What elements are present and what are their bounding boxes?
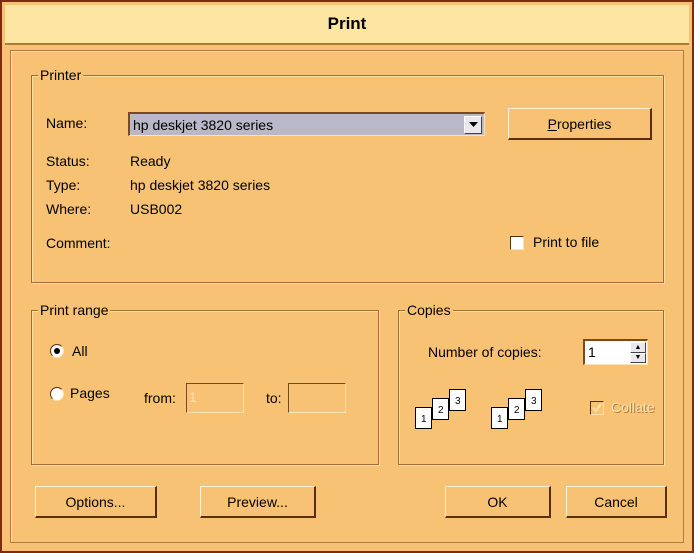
copies-value: 1 [588, 344, 596, 360]
printer-group-label: Printer [38, 67, 84, 83]
properties-mnemonic: P [547, 115, 557, 132]
pages-radio[interactable] [50, 387, 64, 401]
page-icon-2b: 2 [508, 398, 525, 420]
spin-up-icon[interactable]: ▲ [630, 342, 646, 353]
all-radio[interactable] [50, 344, 64, 358]
number-of-copies-label: Number of copies: [428, 344, 542, 360]
title-bar[interactable]: Print [5, 5, 689, 45]
options-button[interactable]: Options... [35, 486, 157, 518]
page-icon-2a: 3 [525, 389, 542, 411]
all-label[interactable]: All [72, 342, 88, 360]
page-icon-1b: 2 [432, 398, 449, 420]
page-number: 1 [497, 414, 503, 425]
cancel-button-label: Cancel [594, 493, 638, 510]
copies-stepper[interactable]: 1 ▲ ▼ [583, 339, 648, 365]
from-input[interactable]: 1 [186, 383, 244, 413]
page-number: 2 [438, 405, 444, 416]
page-number: 3 [455, 396, 461, 407]
to-input[interactable] [288, 383, 346, 413]
page-number: 1 [421, 414, 427, 425]
all-radio-dot [54, 348, 60, 354]
chevron-down-icon[interactable] [464, 115, 482, 134]
type-value: hp deskjet 3820 series [130, 177, 271, 193]
printer-group: Printer Name: hp deskjet 3820 series Pro… [31, 67, 664, 283]
name-label: Name: [46, 115, 88, 131]
print-range-group-label: Print range [38, 302, 111, 318]
checkmark-icon [592, 403, 602, 413]
dialog-body: Printer Name: hp deskjet 3820 series Pro… [10, 50, 684, 543]
where-value: USB002 [130, 201, 183, 217]
collate-pages-icon: 3 2 1 3 2 1 [415, 389, 585, 439]
from-label: from: [144, 390, 176, 406]
print-to-file-label[interactable]: Print to file [533, 233, 599, 251]
print-range-group: Print range All Pages from: 1 to: [31, 302, 379, 465]
cancel-button[interactable]: Cancel [566, 486, 667, 518]
spin-down-icon[interactable]: ▼ [630, 352, 646, 363]
page-icon-2c: 1 [491, 407, 508, 429]
copies-group: Copies Number of copies: 1 ▲ ▼ 3 2 1 3 2… [398, 302, 664, 465]
options-button-label: Options... [65, 493, 126, 510]
window-title: Print [327, 14, 367, 33]
print-to-file-checkbox[interactable] [510, 236, 524, 250]
to-label: to: [266, 390, 282, 406]
comment-label: Comment: [46, 235, 111, 251]
collate-checkbox[interactable] [590, 401, 604, 415]
copies-stepper-arrows: ▲ ▼ [630, 342, 646, 363]
properties-label-rest: roperties [556, 115, 612, 132]
page-icon-1a: 3 [449, 389, 466, 411]
collate-label: Collate [611, 399, 655, 415]
ok-button-label: OK [487, 493, 508, 510]
status-label: Status: [46, 153, 90, 169]
ok-button[interactable]: OK [445, 486, 551, 518]
page-number: 2 [514, 405, 520, 416]
properties-button[interactable]: Properties [508, 108, 652, 140]
pages-label[interactable]: Pages [70, 384, 110, 402]
page-number: 3 [531, 396, 537, 407]
printer-name-value: hp deskjet 3820 series [133, 116, 274, 133]
preview-button[interactable]: Preview... [200, 486, 316, 518]
print-dialog: Print Printer Name: hp deskjet 3820 seri… [0, 0, 694, 553]
where-label: Where: [46, 201, 92, 217]
preview-button-label: Preview... [227, 493, 288, 510]
printer-name-select[interactable]: hp deskjet 3820 series [128, 112, 485, 136]
properties-button-label: Properties [548, 116, 612, 132]
page-icon-1c: 1 [415, 407, 432, 429]
status-value: Ready [130, 153, 171, 169]
copies-group-label: Copies [405, 302, 453, 318]
type-label: Type: [46, 177, 81, 193]
